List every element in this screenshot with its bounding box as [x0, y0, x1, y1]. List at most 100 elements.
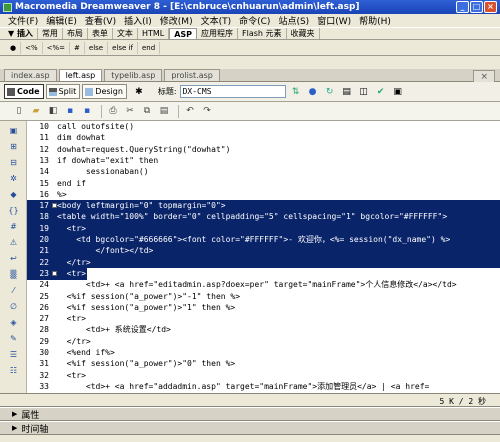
code-text: %>: [57, 189, 67, 199]
code-lines[interactable]: 10 call outofsite() 11 dim dowhat 12 dowhat=r…: [27, 121, 500, 393]
code-text: <tr>: [57, 268, 86, 278]
insert-panel-label[interactable]: ▼ 插入: [4, 28, 38, 39]
file-management-icon[interactable]: ⇅: [289, 85, 303, 99]
minimize-button[interactable]: _: [456, 1, 469, 13]
remove-comment-icon[interactable]: ∅: [7, 300, 20, 312]
code-text: <%if session("a_power")>"1" then %>: [57, 302, 236, 312]
view-options-icon[interactable]: ▤: [340, 85, 354, 99]
print-icon[interactable]: ⎙: [106, 104, 120, 118]
insert-else-if-button[interactable]: else if: [108, 41, 138, 54]
code-navigation-icon[interactable]: ✱: [132, 85, 146, 99]
document-tabs: index.asp left.asp typelib.asp prolist.a…: [0, 69, 500, 82]
open-documents-icon[interactable]: ▣: [7, 124, 20, 136]
highlight-invalid-icon[interactable]: ⚠: [7, 236, 20, 248]
check-browser-icon[interactable]: ▣: [391, 85, 405, 99]
menu-view[interactable]: 查看(V): [81, 14, 120, 27]
menu-insert[interactable]: 插入(I): [120, 14, 156, 27]
title-input[interactable]: DX-CMS: [179, 85, 286, 98]
timeline-panel-label: 时间轴: [21, 424, 49, 435]
dreamweaver-app-icon: [3, 2, 12, 12]
apply-comment-icon[interactable]: ⁄: [7, 284, 20, 296]
doc-tab-prolist[interactable]: prolist.asp: [164, 69, 220, 81]
split-view-button[interactable]: Split: [45, 84, 81, 99]
word-wrap-icon[interactable]: ↩: [7, 252, 20, 264]
refresh-icon[interactable]: ↻: [323, 85, 337, 99]
design-view-label: Design: [95, 87, 123, 96]
doc-tab-left[interactable]: left.asp: [58, 69, 103, 81]
tab-favorites[interactable]: 收藏夹: [287, 28, 320, 39]
tab-html[interactable]: HTML: [138, 28, 170, 39]
open-folder-icon[interactable]: ▰: [29, 104, 43, 118]
insert-bullet-button[interactable]: ●: [6, 41, 22, 54]
collapse-selection-icon[interactable]: ⊟: [7, 156, 20, 168]
doc-tab-index[interactable]: index.asp: [4, 69, 57, 81]
toolbar-gap: [0, 56, 500, 69]
insert-include-button[interactable]: #: [70, 41, 85, 54]
close-document-icon[interactable]: ×: [473, 70, 495, 82]
menu-help[interactable]: 帮助(H): [355, 14, 395, 27]
insert-else-button[interactable]: else: [85, 41, 109, 54]
tab-flash-elements[interactable]: Flash 元素: [238, 28, 287, 39]
code-text: if dowhat="exit" then: [57, 155, 159, 165]
menu-modify[interactable]: 修改(M): [156, 14, 197, 27]
syntax-coloring-icon[interactable]: ▒: [7, 268, 20, 280]
code-text: <body leftmargin="0" topmargin="0">: [57, 201, 226, 211]
expand-all-icon[interactable]: ✲: [7, 172, 20, 184]
code-text: <%end if%>: [57, 348, 115, 357]
insert-end-button[interactable]: end: [138, 41, 161, 54]
tab-text[interactable]: 文本: [113, 28, 138, 39]
code-view-button[interactable]: Code: [4, 84, 44, 99]
insert-output-button[interactable]: <%=: [43, 41, 71, 54]
preview-browser-icon[interactable]: ●: [306, 85, 320, 99]
save-icon[interactable]: ▪: [63, 104, 77, 118]
close-button[interactable]: ×: [484, 1, 497, 13]
recent-snippets-icon[interactable]: ✎: [7, 332, 20, 344]
properties-panel-header[interactable]: ▶ 属性: [0, 407, 500, 421]
copy-icon[interactable]: ⧉: [140, 104, 154, 118]
split-view-label: Split: [58, 87, 77, 96]
indent-code-icon[interactable]: ☰: [7, 348, 20, 360]
undo-icon[interactable]: ↶: [183, 104, 197, 118]
wrap-tag-icon[interactable]: ◈: [7, 316, 20, 328]
tab-asp[interactable]: ASP: [169, 28, 198, 39]
tab-forms[interactable]: 表单: [88, 28, 113, 39]
new-file-icon[interactable]: ▯: [12, 104, 26, 118]
tab-application[interactable]: 应用程序: [197, 28, 239, 39]
browse-bridge-icon[interactable]: ◧: [46, 104, 60, 118]
code-fold-marker[interactable]: [52, 270, 57, 276]
menu-site[interactable]: 站点(S): [274, 14, 313, 27]
code-editor[interactable]: ▣ ⊞ ⊟ ✲ ◆ {} # ⚠ ↩ ▒ ⁄ ∅ ◈ ✎ ☰ ☷ 10 call …: [0, 121, 500, 393]
doc-tab-typelib[interactable]: typelib.asp: [104, 69, 163, 81]
menu-text[interactable]: 文本(T): [197, 14, 236, 27]
document-toolbar: Code Split Design ✱ 标题: DX-CMS ⇅ ● ↻ ▤ ◫…: [0, 82, 500, 102]
timeline-panel-header[interactable]: ▶ 时间轴: [0, 421, 500, 435]
code-text: call outofsite(): [57, 122, 135, 131]
standard-toolbar: ▯ ▰ ◧ ▪ ▪ ⎙ ✂ ⧉ ▤ ↶ ↷: [0, 102, 500, 121]
code-fold-marker[interactable]: [52, 203, 57, 209]
line-numbers-icon[interactable]: #: [7, 220, 20, 232]
validate-icon[interactable]: ✔: [374, 85, 388, 99]
select-parent-tag-icon[interactable]: ◆: [7, 188, 20, 200]
redo-icon[interactable]: ↷: [200, 104, 214, 118]
code-line[interactable]: 33 <td>+ <a href="addadmin.asp" target="…: [27, 381, 500, 393]
menu-bar: 文件(F) 编辑(E) 查看(V) 插入(I) 修改(M) 文本(T) 命令(C…: [0, 14, 500, 28]
balance-braces-icon[interactable]: {}: [7, 204, 20, 216]
design-view-button[interactable]: Design: [82, 84, 127, 99]
title-label: 标题:: [157, 87, 177, 96]
insert-code-block-button[interactable]: <%: [21, 41, 43, 54]
expand-arrow-icon: ▶: [12, 410, 18, 418]
visual-aids-icon[interactable]: ◫: [357, 85, 371, 99]
menu-commands[interactable]: 命令(C): [235, 14, 274, 27]
save-all-icon[interactable]: ▪: [80, 104, 94, 118]
maximize-button[interactable]: □: [470, 1, 483, 13]
outdent-code-icon[interactable]: ☷: [7, 364, 20, 376]
tab-common[interactable]: 常用: [38, 28, 63, 39]
code-text: <tr>: [57, 314, 86, 324]
cut-icon[interactable]: ✂: [123, 104, 137, 118]
tab-layout[interactable]: 布局: [63, 28, 88, 39]
menu-window[interactable]: 窗口(W): [313, 14, 355, 27]
collapse-tag-icon[interactable]: ⊞: [7, 140, 20, 152]
paste-icon[interactable]: ▤: [157, 104, 171, 118]
menu-edit[interactable]: 编辑(E): [42, 14, 81, 27]
menu-file[interactable]: 文件(F): [4, 14, 42, 27]
